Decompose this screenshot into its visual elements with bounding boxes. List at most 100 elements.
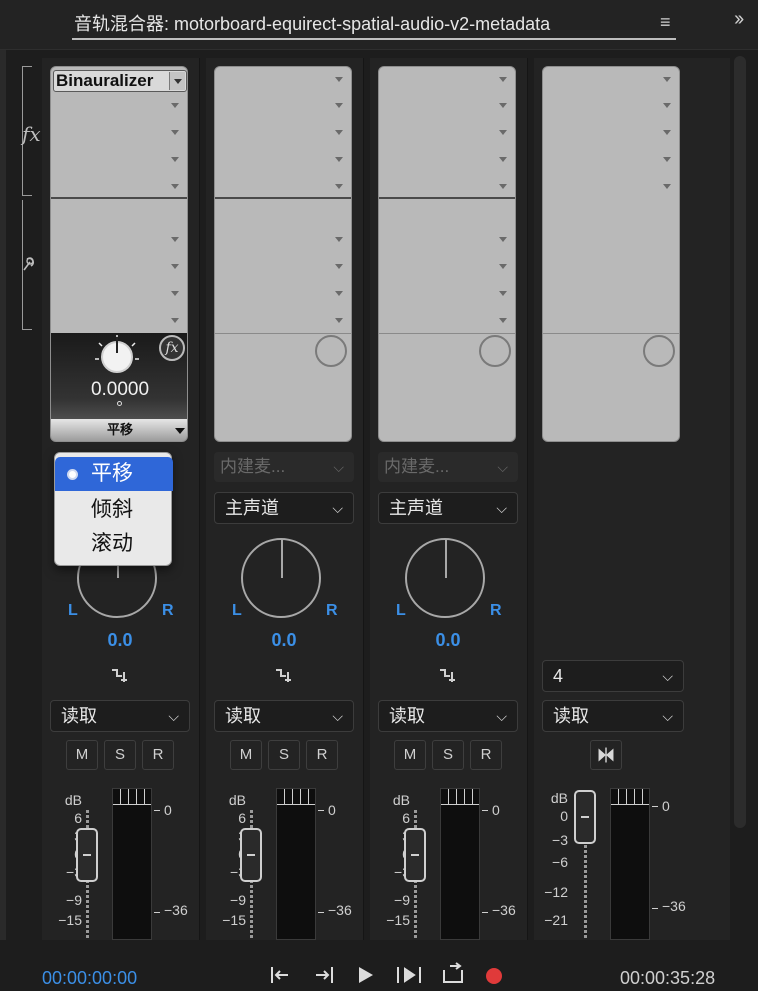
parameter-selector[interactable]: 平移 — [51, 419, 187, 441]
mute-button[interactable]: M — [394, 740, 426, 770]
pan-left-label: L — [68, 602, 78, 619]
bowtie-icon[interactable] — [590, 740, 622, 770]
left-edge-strip — [0, 0, 6, 991]
routing-icon[interactable] — [274, 666, 294, 686]
effects-rack[interactable] — [542, 66, 680, 442]
pan-right-label: R — [162, 602, 174, 619]
record-enable-button[interactable]: R — [142, 740, 174, 770]
output-routing-value: 主声道 — [389, 498, 443, 518]
input-select[interactable]: 内建麦... ⌵ — [378, 452, 518, 482]
db-tick: −9 — [230, 892, 246, 908]
mute-button[interactable]: M — [66, 740, 98, 770]
send-arrow-icon[interactable] — [171, 264, 179, 269]
input-select[interactable]: 内建麦... ⌵ — [214, 452, 354, 482]
chevron-down-icon[interactable] — [169, 72, 185, 90]
volume-fader[interactable] — [404, 828, 426, 882]
peak-indicator[interactable] — [277, 789, 315, 805]
output-routing-select[interactable]: 主声道 ⌵ — [378, 492, 518, 524]
automation-mode-select[interactable]: 读取 ⌵ — [50, 700, 190, 732]
db-label: dB — [392, 792, 410, 808]
slot-arrow-icon[interactable] — [171, 157, 179, 162]
loop-icon[interactable] — [438, 962, 468, 988]
parameter-dropdown-menu: 平移 倾斜 滚动 — [54, 452, 173, 566]
current-timecode[interactable]: 00:00:00:00 — [42, 968, 137, 989]
effect-slot-1[interactable]: Binauralizer — [53, 70, 187, 92]
panel-header: 音轨混合器: motorboard-equirect-spatial-audio… — [0, 0, 758, 50]
slot-arrow-icon[interactable] — [171, 103, 179, 108]
automation-mode-select[interactable]: 读取 ⌵ — [542, 700, 684, 732]
mute-button[interactable]: M — [230, 740, 262, 770]
go-to-out-point-icon[interactable] — [308, 962, 338, 988]
solo-button[interactable]: S — [104, 740, 136, 770]
radio-selected-icon — [67, 469, 78, 480]
chevron-down-icon: ⌵ — [662, 668, 673, 684]
output-routing-select[interactable]: 主声道 ⌵ — [214, 492, 354, 524]
master-level-meter — [610, 788, 650, 940]
effects-rack[interactable]: Binauralizer fx 0.0000 平移 — [50, 66, 188, 442]
solo-button[interactable]: S — [432, 740, 464, 770]
parameter-knob[interactable] — [101, 337, 133, 373]
db-tick: 6 — [74, 810, 82, 826]
chevron-down-icon: ⌵ — [496, 500, 507, 516]
transport-bar: 00:00:00:00 00:00:35:28 — [0, 940, 758, 991]
double-chevron-right-icon[interactable]: ›› — [734, 8, 744, 31]
send-arrow-icon[interactable] — [171, 318, 179, 323]
chevron-down-icon: ⌵ — [332, 708, 343, 724]
pan-value[interactable]: 0.0 — [370, 630, 526, 651]
db-tick: −15 — [386, 912, 410, 928]
play-icon[interactable] — [350, 962, 380, 988]
channel-count-select[interactable]: 4 ⌵ — [542, 660, 684, 692]
triangle-down-icon — [175, 428, 185, 434]
db-tick: −9 — [394, 892, 410, 908]
slot-arrow-icon[interactable] — [171, 184, 179, 189]
peak-indicator[interactable] — [441, 789, 479, 805]
peak-indicator[interactable] — [611, 789, 649, 805]
send-arrow-icon[interactable] — [171, 291, 179, 296]
send-knob[interactable] — [479, 335, 511, 367]
solo-button[interactable]: S — [268, 740, 300, 770]
slot-arrow-icon[interactable] — [171, 130, 179, 135]
fx-bypass-icon[interactable]: fx — [159, 335, 185, 361]
master-volume-fader[interactable] — [574, 790, 596, 844]
meter-scale: 0 −36 — [316, 788, 356, 938]
channel-strip-2: 内建麦... ⌵ 主声道 ⌵ L R 0.0 读取 ⌵ M S R dB 6 3… — [206, 58, 364, 940]
pan-knob[interactable] — [241, 538, 321, 618]
pan-knob[interactable] — [405, 538, 485, 618]
menu-item-roll[interactable]: 滚动 — [55, 527, 173, 561]
menu-item-label: 倾斜 — [91, 498, 133, 521]
meter-tick: 0 — [662, 798, 670, 814]
send-knob[interactable] — [643, 335, 675, 367]
menu-item-tilt[interactable]: 倾斜 — [55, 493, 173, 527]
record-enable-button[interactable]: R — [306, 740, 338, 770]
automation-mode-select[interactable]: 读取 ⌵ — [378, 700, 518, 732]
effect-parameter-panel: fx 0.0000 平移 — [51, 333, 187, 441]
title-underline — [72, 38, 676, 40]
peak-indicator[interactable] — [113, 789, 151, 805]
vertical-scrollbar[interactable] — [734, 56, 746, 828]
chevron-down-icon: ⌵ — [332, 500, 343, 516]
record-enable-button[interactable]: R — [470, 740, 502, 770]
go-to-in-point-icon[interactable] — [266, 962, 296, 988]
level-meter — [440, 788, 480, 940]
effects-rack[interactable] — [378, 66, 516, 442]
menu-item-pan[interactable]: 平移 — [55, 457, 173, 491]
automation-mode-value: 读取 — [225, 706, 261, 726]
routing-icon[interactable] — [110, 666, 130, 686]
pan-value[interactable]: 0.0 — [42, 630, 198, 651]
routing-icon[interactable] — [438, 666, 458, 686]
volume-fader[interactable] — [240, 828, 262, 882]
rack-divider — [215, 197, 351, 199]
effects-rack[interactable] — [214, 66, 352, 442]
send-arrow-icon[interactable] — [171, 237, 179, 242]
parameter-value[interactable]: 0.0000 — [51, 379, 187, 401]
pan-value[interactable]: 0.0 — [206, 630, 362, 651]
panel-title[interactable]: 音轨混合器: motorboard-equirect-spatial-audio… — [74, 10, 550, 36]
automation-mode-select[interactable]: 读取 ⌵ — [214, 700, 354, 732]
meter-tick: −36 — [662, 898, 686, 914]
volume-fader[interactable] — [76, 828, 98, 882]
send-knob[interactable] — [315, 335, 347, 367]
pan-left-label: L — [232, 602, 242, 619]
hamburger-icon[interactable]: ≡ — [660, 12, 671, 33]
record-button[interactable] — [486, 968, 502, 984]
play-in-to-out-icon[interactable] — [394, 962, 424, 988]
